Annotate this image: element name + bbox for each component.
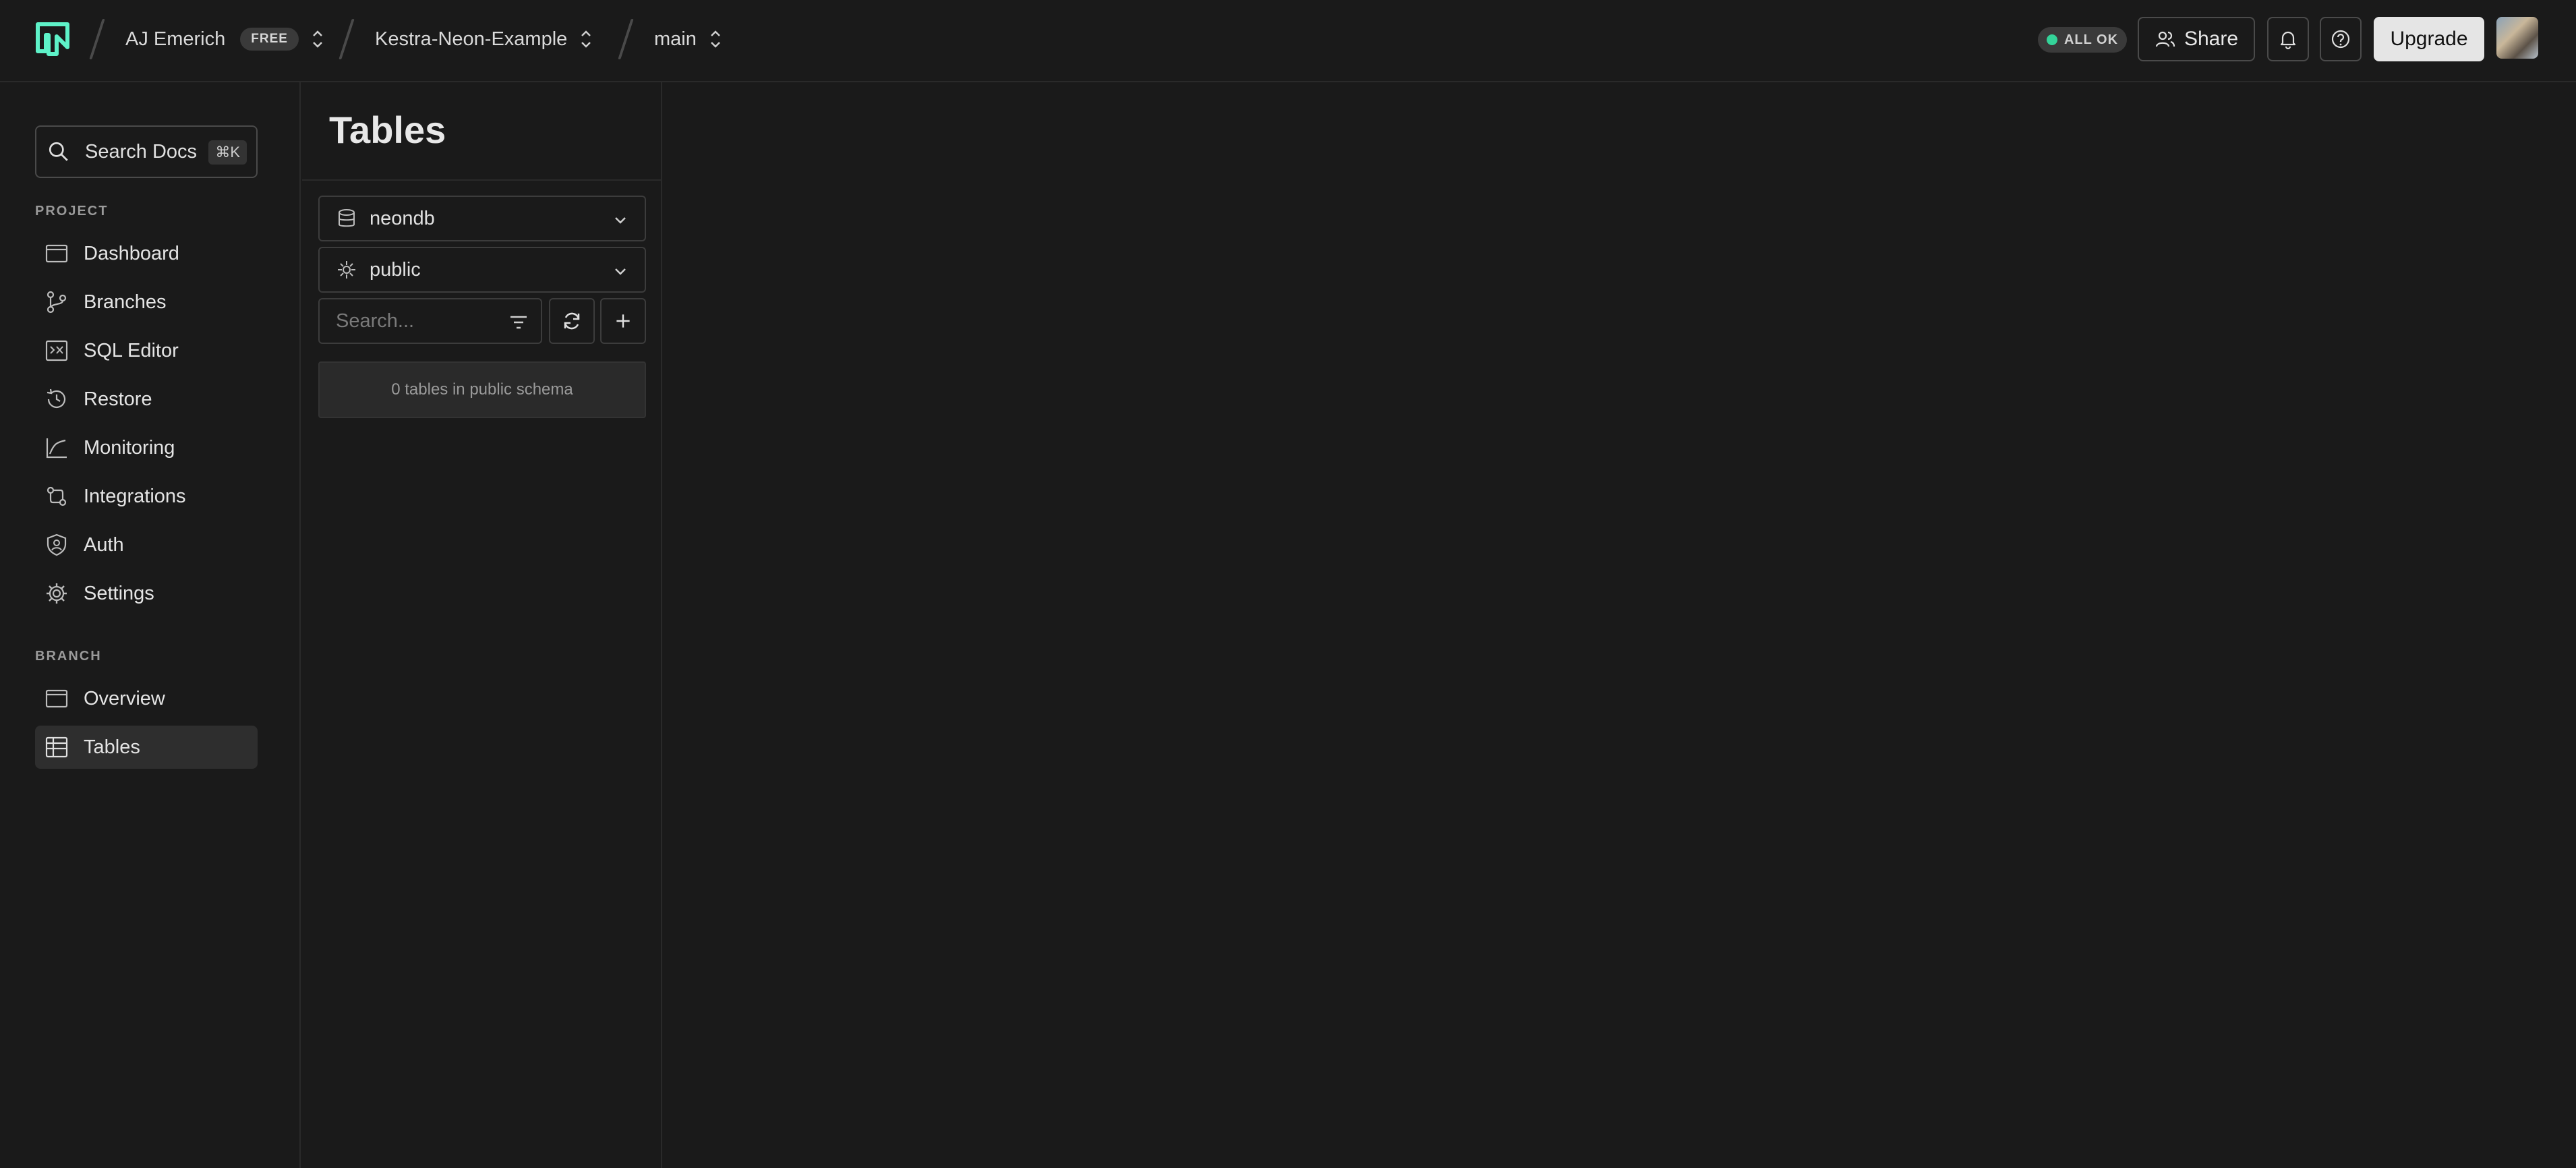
sidebar-item-label: Overview xyxy=(84,687,165,709)
search-docs-button[interactable]: Search Docs ⌘K xyxy=(35,125,258,178)
org-switcher[interactable]: AJ Emerich FREE xyxy=(125,23,324,55)
integrations-icon xyxy=(47,486,67,506)
avatar[interactable] xyxy=(2496,17,2538,59)
refresh-button[interactable] xyxy=(549,298,595,344)
project-switcher[interactable]: Kestra-Neon-Example xyxy=(375,23,593,55)
upgrade-button[interactable]: Upgrade xyxy=(2374,17,2484,61)
database-icon xyxy=(339,209,355,227)
sidebar-item-label: Integrations xyxy=(84,485,186,507)
branch-section-label: BRANCH xyxy=(35,649,102,664)
restore-icon xyxy=(47,388,66,408)
status-text: ALL OK xyxy=(2063,32,2119,47)
sidebar-item-settings[interactable]: Settings xyxy=(35,572,258,615)
users-icon xyxy=(2155,31,2175,47)
sidebar-item-label: Monitoring xyxy=(84,436,175,459)
schema-select[interactable]: public xyxy=(318,247,646,293)
page-title: Tables xyxy=(329,109,446,151)
chevron-up-down-icon xyxy=(313,30,322,48)
dashboard-icon xyxy=(45,244,68,263)
neon-logo-icon[interactable] xyxy=(34,20,71,58)
auth-icon xyxy=(47,533,67,556)
schema-value: public xyxy=(370,258,421,281)
sidebar-item-sql-editor[interactable]: SQL Editor xyxy=(35,329,258,372)
tables-icon xyxy=(45,736,68,758)
search-icon xyxy=(49,142,68,161)
plan-badge: FREE xyxy=(240,28,299,51)
org-name: AJ Emerich xyxy=(125,28,226,50)
gear-icon xyxy=(47,583,67,604)
search-docs-label: Search Docs xyxy=(85,140,198,163)
main-content-area xyxy=(664,84,2576,1168)
branches-icon xyxy=(47,291,67,314)
share-label: Share xyxy=(2184,28,2239,50)
notifications-button[interactable] xyxy=(2267,17,2309,61)
sidebar-item-branches[interactable]: Branches xyxy=(35,281,258,324)
chevron-down-icon xyxy=(615,217,626,224)
search-placeholder: Search... xyxy=(336,310,415,332)
add-table-button[interactable] xyxy=(600,298,646,344)
sidebar-item-dashboard[interactable]: Dashboard xyxy=(35,232,258,275)
sidebar-item-restore[interactable]: Restore xyxy=(35,378,258,421)
sidebar-item-label: SQL Editor xyxy=(84,339,179,361)
status-badge[interactable]: ALL OK xyxy=(2038,27,2127,53)
chevron-up-down-icon xyxy=(710,30,720,48)
refresh-icon xyxy=(564,312,580,330)
chevron-up-down-icon xyxy=(581,30,591,48)
table-search-input[interactable]: Search... xyxy=(318,298,542,344)
sidebar-item-label: Branches xyxy=(84,291,167,313)
divider xyxy=(302,179,662,181)
help-icon xyxy=(2331,30,2350,49)
shortcut-hint: ⌘K xyxy=(208,140,247,165)
share-button[interactable]: Share xyxy=(2138,17,2255,61)
branch-name: main xyxy=(654,28,697,50)
breadcrumb-separator xyxy=(89,19,105,59)
sidebar-item-monitoring[interactable]: Monitoring xyxy=(35,426,258,469)
sidebar-item-overview[interactable]: Overview xyxy=(35,677,258,720)
chevron-down-icon xyxy=(615,268,626,275)
database-select[interactable]: neondb xyxy=(318,196,646,241)
schema-icon xyxy=(338,261,355,279)
breadcrumb-separator xyxy=(339,19,355,59)
overview-icon xyxy=(45,689,68,708)
sidebar-item-label: Restore xyxy=(84,388,152,410)
project-section-label: PROJECT xyxy=(35,204,109,218)
sidebar-item-tables[interactable]: Tables xyxy=(35,726,258,769)
bell-icon xyxy=(2280,31,2296,50)
sidebar-item-label: Tables xyxy=(84,736,140,758)
project-name: Kestra-Neon-Example xyxy=(375,28,568,50)
sidebar: Search Docs ⌘K PROJECT Dashboard Branche… xyxy=(0,82,301,1168)
plus-icon xyxy=(616,314,630,328)
monitoring-icon xyxy=(46,438,67,459)
empty-state-message: 0 tables in public schema xyxy=(318,361,646,418)
database-value: neondb xyxy=(370,207,435,229)
filter-icon[interactable] xyxy=(508,313,529,332)
branch-switcher[interactable]: main xyxy=(654,23,722,55)
top-bar: AJ Emerich FREE Kestra-Neon-Example main… xyxy=(0,0,2576,82)
status-dot-icon xyxy=(2046,34,2057,45)
sidebar-item-label: Settings xyxy=(84,582,154,604)
sidebar-item-label: Auth xyxy=(84,533,124,556)
tables-panel: Tables neondb public Search... 0 tables … xyxy=(302,82,662,1168)
sidebar-item-auth[interactable]: Auth xyxy=(35,523,258,566)
upgrade-label: Upgrade xyxy=(2390,28,2468,50)
sidebar-item-label: Dashboard xyxy=(84,242,179,264)
breadcrumb-separator xyxy=(618,19,634,59)
help-button[interactable] xyxy=(2320,17,2362,61)
sidebar-item-integrations[interactable]: Integrations xyxy=(35,475,258,518)
sql-editor-icon xyxy=(45,340,68,361)
